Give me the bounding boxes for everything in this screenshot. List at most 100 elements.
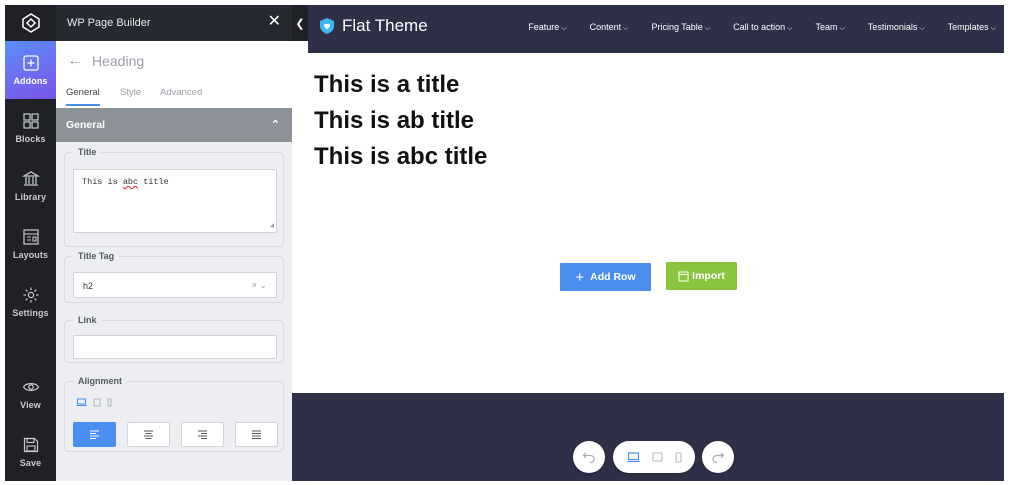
heading-title: This is a title (314, 71, 460, 98)
redo-button[interactable] (702, 441, 734, 473)
title-text-misspelled: abc (122, 177, 139, 187)
chevron-down-icon: ⌵ (919, 25, 925, 32)
menu-item-feature[interactable]: Feature ⌵ (528, 22, 566, 33)
tablet-icon[interactable] (93, 398, 101, 407)
builder-window: Addons Blocks Library Layouts Settings V… (5, 5, 1004, 481)
alignment-label: Alignment (78, 376, 122, 386)
group-title: General (66, 119, 106, 131)
rail-item-label: Library (14, 192, 47, 202)
device-preview-switcher (613, 441, 695, 473)
site-header: Flat Theme Feature ⌵ Content ⌵ Pricing Tab… (308, 5, 1004, 53)
desktop-icon[interactable] (627, 451, 640, 463)
rail-item-label: Settings (12, 308, 49, 318)
builder-logo (5, 5, 56, 41)
site-brand[interactable]: Flat Theme (318, 16, 428, 36)
menu-label: Team (815, 22, 838, 32)
menu-item-team[interactable]: Team ⌵ (815, 22, 844, 33)
addon-name: Heading (92, 53, 145, 69)
undo-icon (582, 452, 595, 464)
mobile-icon[interactable] (107, 398, 112, 407)
menu-label: Call to action (733, 22, 786, 32)
panel-title: WP Page Builder (67, 17, 151, 29)
title-text-part: title (138, 177, 169, 187)
title-tag-field-group: Title Tag h2 × ⌄ (64, 251, 284, 303)
menu-item-pricing-table[interactable]: Pricing Table ⌵ (651, 22, 710, 33)
save-icon (23, 437, 38, 453)
align-right-icon (198, 430, 207, 439)
resize-handle-icon[interactable]: ◢ (270, 221, 274, 230)
tab-advanced[interactable]: Advanced (160, 87, 202, 104)
desktop-icon[interactable] (76, 398, 87, 407)
redo-icon (712, 452, 725, 464)
align-center-icon (144, 430, 153, 439)
heading-addon[interactable]: This is a title This is ab title This is… (314, 67, 487, 175)
menu-item-templates[interactable]: Templates ⌵ (948, 22, 996, 33)
close-icon[interactable]: ✕ (268, 14, 281, 30)
title-tag-select[interactable]: h2 × ⌄ (73, 272, 277, 298)
alignment-field-group: Alignment (64, 376, 284, 452)
chevron-down-icon: ⌵ (623, 25, 629, 32)
title-field-group: Title This is abc title ◢ (64, 147, 284, 247)
align-left-button[interactable] (73, 422, 116, 447)
tab-general[interactable]: General (66, 87, 100, 106)
heart-shield-icon (320, 18, 334, 34)
library-icon (21, 171, 40, 186)
device-switcher (76, 398, 112, 407)
rail-item-library[interactable]: Library (5, 157, 56, 215)
panel-header: WP Page Builder ✕ (56, 5, 292, 41)
rail-item-label: View (20, 400, 41, 410)
chevron-down-icon: ⌵ (561, 25, 567, 32)
rail-item-view[interactable]: View (5, 365, 56, 423)
link-label: Link (78, 315, 97, 325)
add-row-button[interactable]: + Add Row (560, 263, 651, 291)
menu-label: Testimonials (867, 22, 918, 32)
title-text-part: This is (82, 177, 123, 187)
select-controls-icon[interactable]: × ⌄ (252, 280, 267, 291)
heading-title: This is abc title (314, 143, 488, 170)
chevron-down-icon: ⌵ (704, 25, 711, 32)
undo-button[interactable] (573, 441, 605, 473)
import-icon (678, 271, 689, 281)
title-field-label: Title (78, 147, 97, 157)
title-textarea[interactable]: This is abc title ◢ (73, 169, 277, 233)
plus-icon: + (575, 268, 585, 286)
collapse-panel-button[interactable]: ❮ (292, 5, 308, 41)
chevron-down-icon: ⌵ (990, 25, 996, 32)
chevron-down-icon: ⌵ (787, 25, 793, 32)
mobile-icon[interactable] (674, 451, 682, 463)
heading-title: This is ab title (314, 107, 475, 134)
gear-icon (23, 287, 38, 303)
rail-item-label: Layouts (12, 250, 49, 260)
rail-item-addons[interactable]: Addons (5, 41, 56, 99)
align-left-icon (90, 430, 99, 439)
plus-square-icon (22, 55, 39, 71)
menu-item-call-to-action[interactable]: Call to action ⌵ (733, 22, 792, 33)
menu-item-content[interactable]: Content ⌵ (590, 22, 629, 33)
align-center-button[interactable] (127, 422, 170, 447)
rail-item-settings[interactable]: Settings (5, 273, 56, 331)
rail-item-label: Save (19, 458, 42, 468)
rail-item-label: Blocks (15, 134, 46, 144)
link-input[interactable] (73, 335, 277, 359)
import-button[interactable]: Import (666, 262, 737, 290)
rail-item-save[interactable]: Save (5, 423, 56, 481)
tab-style[interactable]: Style (120, 87, 141, 104)
rail-item-layouts[interactable]: Layouts (5, 215, 56, 273)
title-tag-label: Title Tag (78, 251, 115, 261)
site-menu: Feature ⌵ Content ⌵ Pricing Table ⌵ Call to… (505, 22, 996, 33)
group-header-general[interactable]: General ⌃ (56, 108, 292, 142)
brand-name: Flat Theme (342, 16, 428, 35)
align-justify-button[interactable] (235, 422, 278, 447)
tablet-icon[interactable] (651, 452, 663, 462)
logo-icon (21, 13, 40, 33)
import-label: Import (692, 270, 725, 282)
panel-subheader: ← Heading General Style Advanced (56, 41, 292, 108)
rail-item-blocks[interactable]: Blocks (5, 99, 56, 157)
menu-item-testimonials[interactable]: Testimonials ⌵ (868, 22, 925, 33)
chevron-down-icon: ⌵ (839, 25, 845, 32)
back-button[interactable]: ← Heading (67, 52, 144, 70)
align-right-button[interactable] (181, 422, 224, 447)
chevron-left-icon: ❮ (295, 17, 305, 30)
eye-icon (22, 383, 39, 391)
panel-tabs: General Style Advanced (56, 87, 292, 108)
